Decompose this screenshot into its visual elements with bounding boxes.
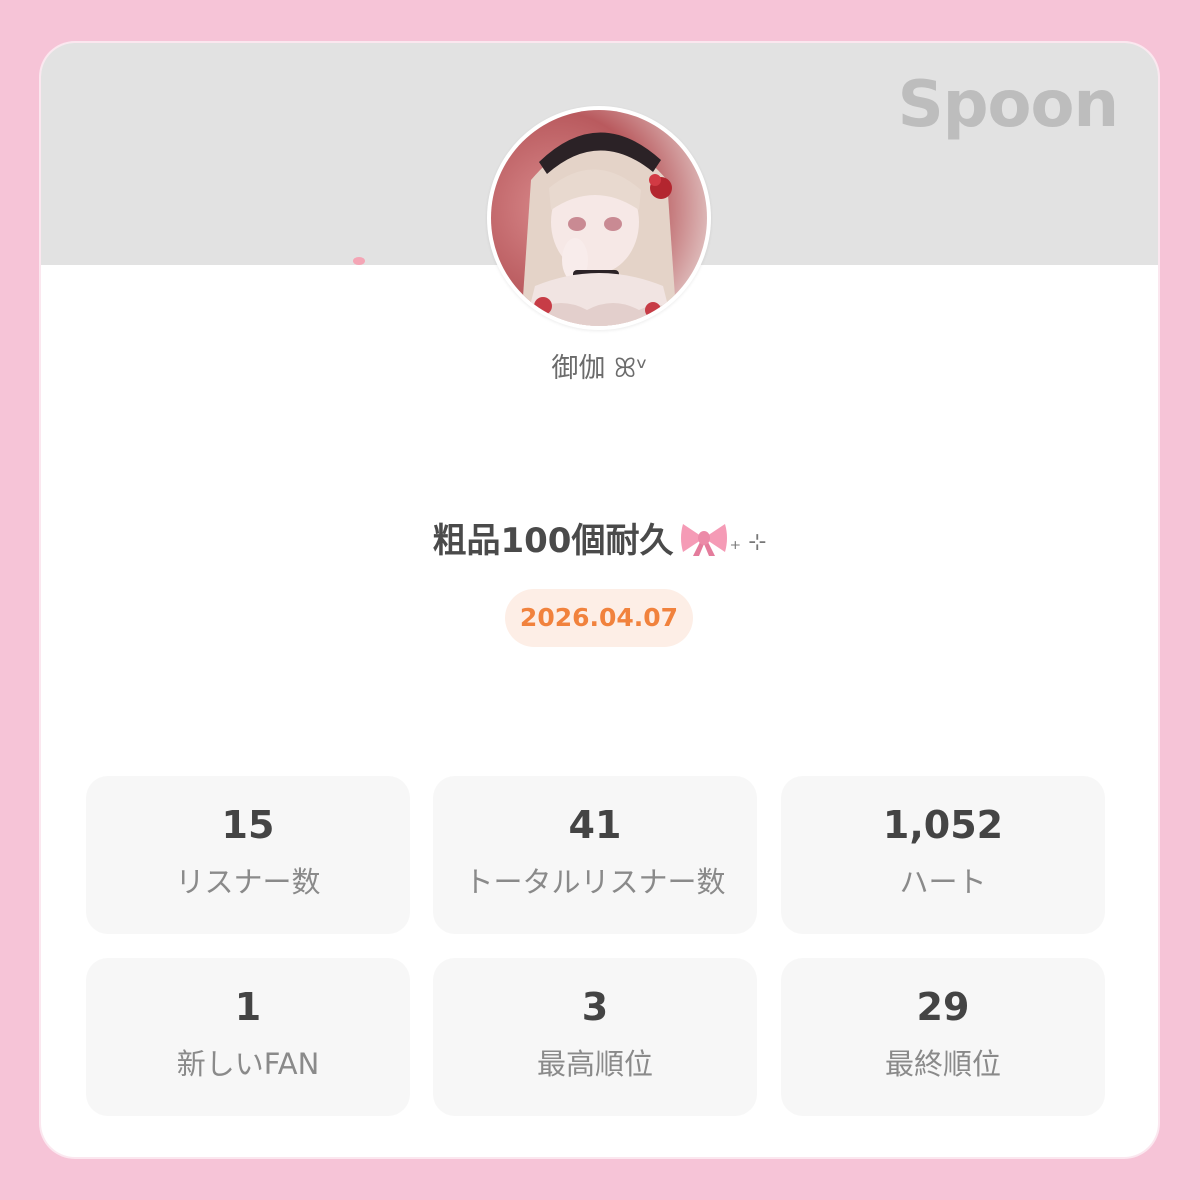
stat-label: ハート	[899, 865, 987, 899]
ribbon-icon	[679, 518, 729, 567]
stat-label: トータルリスナー数	[464, 865, 726, 899]
stat-total-listeners: 41 トータルリスナー数	[433, 776, 757, 934]
stat-new-fans: 1 新しいFAN	[86, 958, 410, 1116]
stat-value: 15	[221, 803, 275, 847]
broadcast-date-badge: 2026.04.07	[505, 589, 693, 647]
username: 御伽 ꕤᵛ	[551, 353, 648, 384]
spoon-logo: Spoon	[897, 68, 1119, 142]
stat-value: 1,052	[882, 803, 1004, 847]
stat-hearts: 1,052 ハート	[781, 776, 1105, 934]
stat-label: リスナー数	[175, 865, 321, 899]
stat-label: 新しいFAN	[176, 1047, 320, 1081]
broadcast-title-text: 粗品100個耐久	[432, 521, 674, 561]
stat-label: 最高順位	[536, 1047, 653, 1081]
anime-avatar-icon	[491, 110, 707, 326]
stat-label: 最終順位	[884, 1047, 1001, 1081]
sparkle-icon: ₊ ⊹	[729, 530, 767, 555]
stat-value: 3	[581, 985, 609, 1029]
stat-value: 41	[568, 803, 622, 847]
broadcast-summary-card: Spoon 御伽 ꕤᵛ 粗品100個耐久 ₊ ⊹ 2026.04.07 15 リ…	[41, 43, 1158, 1157]
stat-value: 29	[916, 985, 970, 1029]
stat-highest-rank: 3 最高順位	[433, 958, 757, 1116]
stat-final-rank: 29 最終順位	[781, 958, 1105, 1116]
petal-decoration	[353, 257, 365, 265]
stat-value: 1	[234, 985, 262, 1029]
profile-avatar[interactable]	[487, 106, 711, 330]
broadcast-title: 粗品100個耐久 ₊ ⊹	[41, 513, 1158, 567]
stat-listeners: 15 リスナー数	[86, 776, 410, 934]
